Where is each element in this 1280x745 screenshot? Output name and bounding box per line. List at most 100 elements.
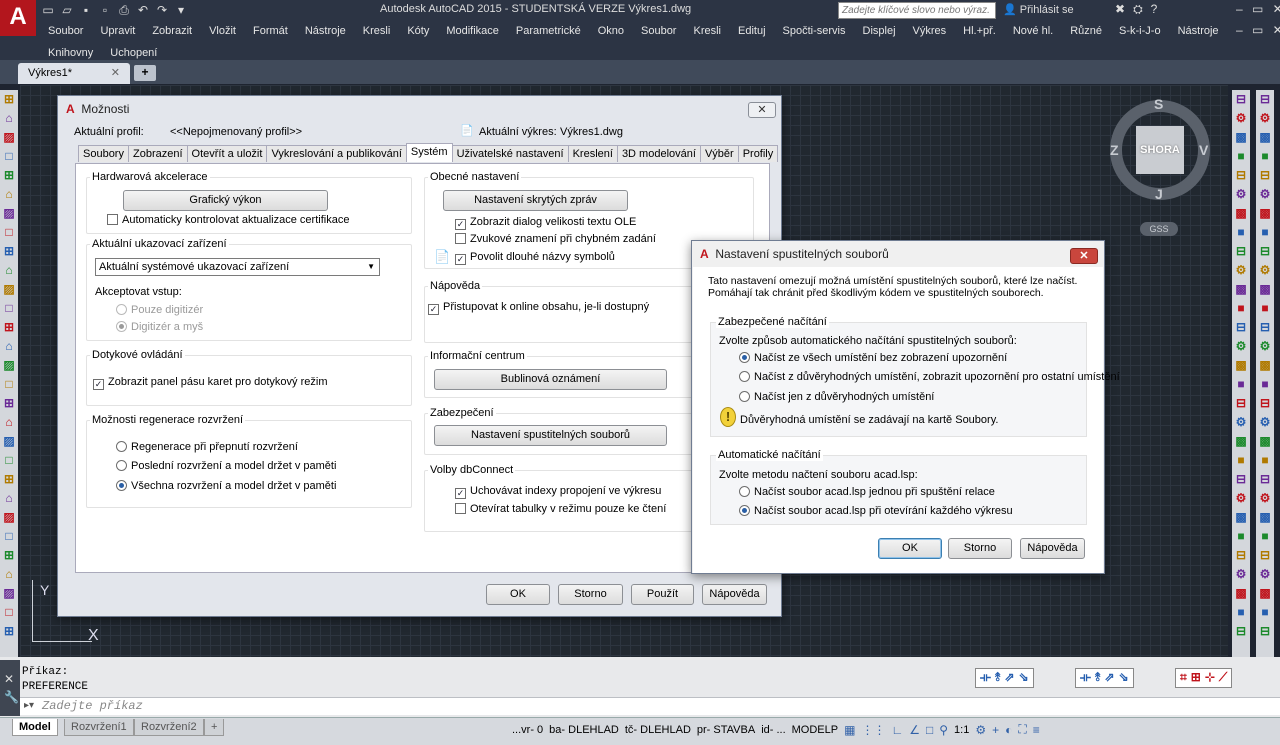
tool-icon[interactable]: ▩ [1234, 586, 1249, 601]
tool-icon[interactable]: ■ [1258, 605, 1273, 620]
tool-icon[interactable]: ⊟ [1234, 92, 1249, 107]
apply-button[interactable]: Použít [631, 584, 694, 605]
menu-item[interactable]: Vložit [201, 24, 245, 38]
options-tab[interactable]: Zobrazení [127, 145, 188, 162]
tool-icon[interactable]: ■ [1258, 225, 1273, 240]
ole-dialog-checkbox[interactable]: ✓ Zobrazit dialog velikosti textu OLE [455, 216, 636, 230]
checkbox-box[interactable]: ✓ [93, 379, 104, 390]
tool-icon[interactable]: ▩ [1234, 510, 1249, 525]
dimension-toolbar-3[interactable]: ⌗ ⊞ ⊹ ⟋ [1175, 668, 1233, 688]
close-icon[interactable]: ✕ [111, 63, 120, 83]
tool-icon[interactable]: ⊞ [2, 320, 17, 335]
balloon-notifications-button[interactable]: Bublinová oznámení [434, 369, 667, 390]
status-layer-color[interactable]: ...vr- 0 [512, 724, 543, 736]
options-tab[interactable]: Soubory [78, 145, 129, 162]
tool-icon[interactable]: ⊞ [2, 624, 17, 639]
tool-icon[interactable]: ▨ [2, 586, 17, 601]
compass-east[interactable]: V [1199, 142, 1208, 158]
menu-item[interactable]: Modifikace [438, 24, 508, 38]
tool-icon[interactable]: ⊟ [1258, 320, 1273, 335]
radio-dot[interactable] [739, 371, 750, 382]
dimension-toolbar-1[interactable]: ⟛ ⥉ ⇗ ⇘ [975, 668, 1034, 688]
tool-icon[interactable]: ⊟ [1258, 548, 1273, 563]
graphics-performance-button[interactable]: Grafický výkon [123, 190, 328, 211]
tool-icon[interactable]: ⚙ [1234, 111, 1249, 126]
menu-item[interactable]: Knihovny [40, 46, 102, 60]
regen-last-radio[interactable]: Poslední rozvržení a model držet v pamět… [116, 460, 336, 473]
acad-lsp-once-radio[interactable]: Načíst soubor acad.lsp jednou při spuště… [739, 486, 995, 499]
tool-icon[interactable]: ■ [1258, 149, 1273, 164]
tool-icon[interactable]: □ [2, 301, 17, 316]
checkbox-box[interactable] [455, 233, 466, 244]
tool-icon[interactable]: ■ [1234, 149, 1249, 164]
tool-icon[interactable]: ▩ [1234, 358, 1249, 373]
autodesk360-icon[interactable]: ⛭ [1133, 2, 1143, 17]
tool-icon[interactable]: ⌂ [2, 111, 17, 126]
command-input[interactable]: Zadejte příkaz [20, 697, 1280, 715]
ortho-icon[interactable]: ∟ [891, 723, 903, 737]
tool-icon[interactable]: ⌂ [2, 491, 17, 506]
radio-dot[interactable] [739, 352, 750, 363]
gear-icon[interactable]: ⚙ [975, 723, 986, 737]
polar-icon[interactable]: ∠ [909, 723, 920, 737]
tool-icon[interactable]: ⊟ [1234, 168, 1249, 183]
status-style[interactable]: pr- STAVBA [697, 724, 755, 736]
annotation-scale[interactable]: 1:1 [954, 724, 969, 736]
help-button[interactable]: Nápověda [1020, 538, 1085, 559]
online-content-checkbox[interactable]: ✓ Přistupovat k online obsahu, je-li dost… [428, 301, 649, 315]
tool-icon[interactable]: ■ [1258, 301, 1273, 316]
digitizer-only-radio[interactable]: Pouze digitizér [116, 304, 203, 317]
plus-icon[interactable]: + [992, 723, 999, 737]
radio-dot[interactable] [116, 304, 127, 315]
tool-icon[interactable]: □ [2, 605, 17, 620]
tool-icon[interactable]: ⌂ [2, 339, 17, 354]
save-as-icon[interactable]: ▫ [97, 2, 113, 18]
tool-icon[interactable]: ■ [1234, 377, 1249, 392]
menu-item[interactable]: Nové hl. [1005, 24, 1062, 38]
tool-icon[interactable]: ⚙ [1258, 111, 1273, 126]
long-symbol-names-checkbox[interactable]: ✓ Povolit dlouhé názvy symbolů [455, 251, 615, 265]
menu-item[interactable]: Soubor [40, 24, 92, 38]
window-controls[interactable]: – ▭ ✕ [1236, 2, 1280, 16]
tool-icon[interactable]: ▩ [1258, 130, 1273, 145]
tool-icon[interactable]: ▩ [1258, 586, 1273, 601]
tool-icon[interactable]: ⊟ [1234, 320, 1249, 335]
tool-icon[interactable]: ▨ [2, 510, 17, 525]
hidden-messages-button[interactable]: Nastavení skrytých zpráv [443, 190, 628, 211]
menu-item[interactable]: Nástroje [297, 24, 355, 38]
beep-on-error-checkbox[interactable]: Zvukové znamení při chybném zadání [455, 233, 656, 246]
tool-icon[interactable]: ⊟ [1234, 548, 1249, 563]
tool-icon[interactable]: ⌂ [2, 187, 17, 202]
tool-icon[interactable]: ▩ [1234, 434, 1249, 449]
tool-icon[interactable]: ⚙ [1234, 187, 1249, 202]
menu-item[interactable]: Soubor [633, 24, 685, 38]
close-icon[interactable]: ✕ [4, 672, 14, 686]
layout-tab-rozvrzeni1[interactable]: Rozvržení1 [64, 719, 134, 736]
tool-icon[interactable]: ⊟ [1258, 244, 1273, 259]
checkbox-box[interactable]: ✓ [428, 304, 439, 315]
tool-icon[interactable]: ▩ [1258, 434, 1273, 449]
signin-button[interactable]: 👤 Přihlásit se [1003, 3, 1074, 16]
grid-icon[interactable]: ▦ [844, 723, 855, 737]
menu-item[interactable]: Různé [1062, 24, 1111, 38]
new-icon[interactable]: ▭ [40, 2, 56, 18]
menu-item[interactable]: Formát [245, 24, 297, 38]
tool-icon[interactable]: ⊟ [1258, 624, 1273, 639]
acad-lsp-each-radio[interactable]: Načíst soubor acad.lsp při otevírání kaž… [739, 505, 1013, 518]
tool-icon[interactable]: ■ [1234, 225, 1249, 240]
tool-icon[interactable]: ⊞ [2, 472, 17, 487]
menu-item[interactable]: Zobrazit [144, 24, 201, 38]
regen-on-switch-radio[interactable]: Regenerace při přepnutí rozvržení [116, 441, 298, 454]
tool-icon[interactable]: ■ [1234, 529, 1249, 544]
tool-icon[interactable]: ⊟ [1234, 244, 1249, 259]
customize-icon[interactable]: ≡ [1033, 723, 1040, 737]
tool-icon[interactable]: ⊟ [1258, 168, 1273, 183]
ok-button[interactable]: OK [486, 584, 550, 605]
tool-icon[interactable]: ■ [1234, 301, 1249, 316]
viewcube-top-face[interactable]: SHORA [1136, 126, 1184, 174]
menu-item[interactable]: Okno [590, 24, 633, 38]
new-tab-button[interactable]: + [134, 65, 156, 81]
status-model-space[interactable]: MODELP [792, 724, 838, 736]
options-tab[interactable]: Otevřít a uložit [186, 145, 268, 162]
load-all-locations-radio[interactable]: Načíst ze všech umístění bez zobrazení u… [739, 352, 1007, 365]
